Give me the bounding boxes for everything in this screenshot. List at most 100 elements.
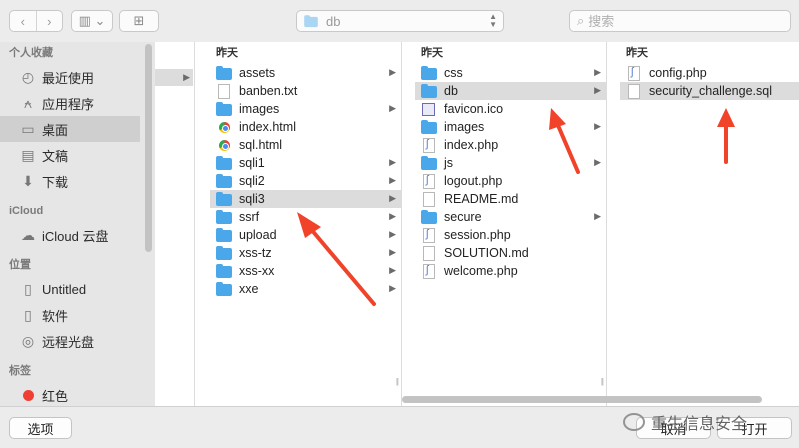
parent-column[interactable]: ▶ [155,42,195,406]
options-button[interactable]: 选项 [9,417,72,439]
folder-icon [421,83,437,98]
folder-row[interactable]: ssrf ▶ [210,208,401,226]
item-name: sql.html [239,138,283,152]
chevron-right-icon: ▶ [594,211,601,221]
item-name: sqli3 [239,192,265,206]
code-file-icon [423,227,435,243]
folder-icon [421,119,437,134]
folder-icon [216,209,232,224]
chevron-right-icon: ▶ [594,157,601,167]
forward-button[interactable]: › [37,11,63,31]
file-row[interactable]: SOLUTION.md [415,244,606,262]
sidebar-item-software[interactable]: ▯ 软件 [0,302,140,328]
sidebar-item-applications[interactable]: ⍲ 应用程序 [0,90,140,116]
folder-row[interactable]: upload ▶ [210,226,401,244]
column-resize-handle[interactable]: || [601,377,604,386]
folder-row[interactable]: sqli3 ▶ [210,190,401,208]
file-row[interactable]: index.php [415,136,606,154]
chevron-right-icon: ▶ [389,175,396,185]
sidebar-item-label: 桌面 [42,122,69,138]
column-header: 昨天 [216,47,238,59]
item-name: images [444,120,485,134]
sidebar-item-label: 远程光盘 [42,334,95,350]
folder-icon [216,173,232,188]
sidebar-item-recents[interactable]: ◴ 最近使用 [0,64,140,90]
folder-row[interactable]: js ▶ [415,154,606,172]
sidebar: 个人收藏 ◴ 最近使用 ⍲ 应用程序 ▭ 桌面 ▤ 文稿 ⬇ 下载 iCloud… [0,42,155,406]
item-name: assets [239,66,276,80]
folder-row[interactable]: sqli1 ▶ [210,154,401,172]
wechat-logo-icon [623,413,645,431]
folder-row[interactable]: images ▶ [415,118,606,136]
file-row[interactable]: sql.html [210,136,401,154]
horizontal-scrollbar[interactable] [402,396,762,403]
folder-row[interactable]: images ▶ [210,100,401,118]
disk-icon: ▯ [24,280,32,297]
sidebar-item-documents[interactable]: ▤ 文稿 [0,142,140,168]
applications-icon: ⍲ [23,94,33,111]
desktop-icon: ▭ [21,120,35,137]
sidebar-item-red-tag[interactable]: 红色 [0,382,140,406]
file-row[interactable]: welcome.php [415,262,606,280]
disk-icon: ▯ [24,306,32,323]
document-icon [423,245,435,261]
column-browser: ▶ 昨天 assets ▶ banben.txt images ▶ index.html s… [155,42,799,406]
new-folder-button[interactable]: ⊞ [119,10,159,32]
chevron-right-icon: ▶ [389,247,396,257]
file-row[interactable]: config.php [620,64,799,82]
folder-row[interactable]: xxe ▶ [210,280,401,298]
documents-icon: ▤ [21,146,35,163]
file-row[interactable]: banben.txt [210,82,401,100]
code-file-icon [628,65,640,81]
folder-row[interactable]: assets ▶ [210,64,401,82]
column-2[interactable]: 昨天 css ▶ db ▶ favicon.ico images ▶ index.php js ▶… [415,42,607,406]
column-resize-handle[interactable]: || [396,377,399,386]
column-header: 昨天 [421,47,443,59]
folder-row[interactable]: xss-tz ▶ [210,244,401,262]
view-options-button[interactable]: ▥ ⌄ [71,10,113,32]
search-input[interactable] [588,13,769,29]
sidebar-item-icloud-drive[interactable]: ☁ iCloud 云盘 [0,222,140,248]
sidebar-item-label: iCloud 云盘 [42,228,109,244]
folder-row[interactable]: xss-xx ▶ [210,262,401,280]
folder-icon [304,14,318,27]
search-field[interactable]: ⌕ [569,10,791,32]
folder-icon [421,209,437,224]
folder-row[interactable]: sqli2 ▶ [210,172,401,190]
folder-icon [216,155,232,170]
search-icon: ⌕ [577,13,585,28]
sidebar-item-desktop[interactable]: ▭ 桌面 [0,116,140,142]
file-row[interactable]: session.php [415,226,606,244]
column-1[interactable]: 昨天 assets ▶ banben.txt images ▶ index.html sql… [210,42,402,406]
sidebar-item-remote-disc[interactable]: ◎ 远程光盘 [0,328,140,354]
column-3[interactable]: 昨天 config.php security_challenge.sql [620,42,799,406]
item-name: js [444,156,454,170]
item-name: security_challenge.sql [649,84,772,98]
file-row[interactable]: logout.php [415,172,606,190]
sidebar-item-label: Untitled [42,281,87,297]
chevron-right-icon: ▶ [183,72,190,82]
parent-selection[interactable]: ▶ [155,69,193,86]
chevron-right-icon: ▶ [389,265,396,275]
chevron-right-icon: ▶ [594,67,601,77]
folder-icon [216,65,232,80]
code-file-icon [423,137,435,153]
file-row[interactable]: README.md [415,190,606,208]
file-row[interactable]: index.html [210,118,401,136]
sidebar-item-label: 文稿 [42,148,69,164]
item-name: xss-xx [239,264,275,278]
file-open-dialog: ‹ › ▥ ⌄ ⊞ db ▲▼ ⌕ 个人收藏 ◴ 最近使用 ⍲ 应用程序 [0,0,799,448]
folder-row[interactable]: db ▶ [415,82,606,100]
item-name: xxe [239,282,259,296]
folder-icon [216,245,232,260]
file-row[interactable]: security_challenge.sql [620,82,799,100]
folder-row[interactable]: css ▶ [415,64,606,82]
path-popup[interactable]: db ▲ ▼ [296,10,504,32]
back-button[interactable]: ‹ [10,11,37,31]
sidebar-item-untitled[interactable]: ▯ Untitled [0,276,140,302]
sidebar-item-downloads[interactable]: ⬇ 下载 [0,168,140,194]
sidebar-scrollbar[interactable] [145,44,152,252]
file-row[interactable]: favicon.ico [415,100,606,118]
folder-row[interactable]: secure ▶ [415,208,606,226]
item-name: session.php [444,228,511,242]
